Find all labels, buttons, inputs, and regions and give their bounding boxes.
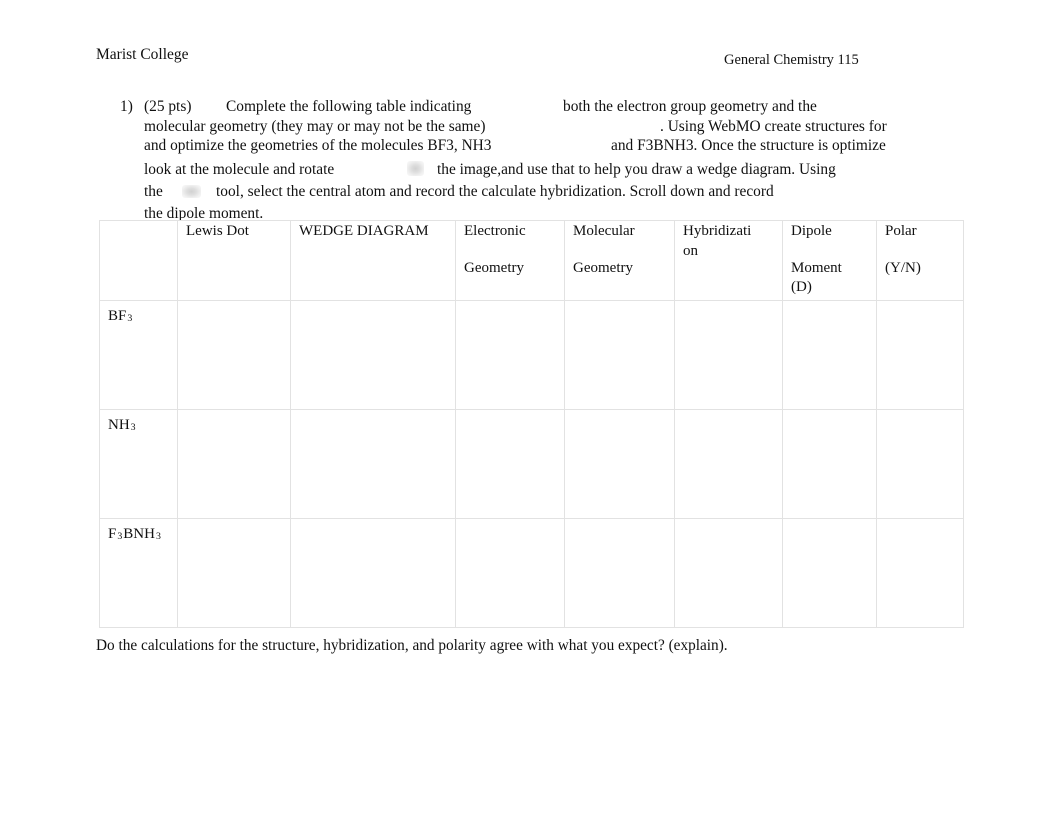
table-header-cell-polar: Polar (Y/N) <box>876 220 964 301</box>
cell-bf3-polar[interactable] <box>876 299 964 410</box>
cell-f3bnh3-wedge-diagram[interactable] <box>290 517 456 628</box>
cell-bf3-lewis-dot[interactable] <box>177 299 291 410</box>
table-row: F3BNH3 <box>99 517 964 628</box>
header-polar-line1: Polar <box>885 223 917 239</box>
cell-nh3-wedge-diagram[interactable] <box>290 408 456 519</box>
cell-nh3-electronic-geometry[interactable] <box>455 408 565 519</box>
document-page: Marist College General Chemistry 115 1) … <box>0 0 1062 822</box>
cell-f3bnh3-molecular-geometry[interactable] <box>564 517 675 628</box>
cell-f3bnh3-hybridization[interactable] <box>674 517 783 628</box>
header-dipole-moment-line2: Moment <box>791 259 842 276</box>
question-line-5: the tool, select the central atom and re… <box>120 177 956 200</box>
row-label-nh3: NH3 <box>99 408 178 519</box>
course-name: General Chemistry 115 <box>724 52 859 68</box>
question-points: (25 pts) <box>144 98 192 115</box>
cell-bf3-wedge-diagram[interactable] <box>290 299 456 410</box>
question-line3-part-a: and optimize the geometries of the molec… <box>144 137 492 154</box>
formula-symbol: BF <box>108 307 127 324</box>
question-line2-part-b: . Using WebMO create structures for <box>660 117 887 135</box>
question-line-4: look at the molecule and rotate the imag… <box>120 156 956 178</box>
cell-bf3-electronic-geometry[interactable] <box>455 299 565 410</box>
header-hybridization-line1: Hybridizati <box>683 223 752 239</box>
table-header-cell-electronic-geometry: Electronic Geometry <box>455 220 565 301</box>
table-header-cell-wedge-diagram: WEDGE DIAGRAM <box>290 220 456 301</box>
question-line-6: the dipole moment. <box>120 198 956 222</box>
table-row: NH3 <box>99 408 964 519</box>
cell-f3bnh3-dipole-moment[interactable] <box>782 517 877 628</box>
document-header: Marist College General Chemistry 115 <box>96 45 966 68</box>
rotate-image-placeholder-icon <box>407 160 424 176</box>
formula-symbol: NH <box>108 416 130 433</box>
header-electronic-geometry-line1: Electronic <box>464 223 526 239</box>
question-line2-part-a: molecular geometry (they may or may not … <box>144 117 486 135</box>
header-hybridization-line2: on <box>683 242 698 259</box>
cell-f3bnh3-electronic-geometry[interactable] <box>455 517 565 628</box>
table-header-cell-blank <box>99 220 178 301</box>
cell-f3bnh3-lewis-dot[interactable] <box>177 517 291 628</box>
header-dipole-moment-line3: (D) <box>791 279 812 295</box>
formula-symbol: BNH <box>123 525 155 542</box>
cell-nh3-polar[interactable] <box>876 408 964 519</box>
geometry-table: Lewis Dot WEDGE DIAGRAM Electronic Geome… <box>99 220 964 628</box>
table-header-cell-hybridization: Hybridizati on <box>674 220 783 301</box>
row-label-bf3: BF3 <box>99 299 178 410</box>
header-wedge-diagram-line1: WEDGE DIAGRAM <box>299 223 429 239</box>
tool-image-placeholder-icon <box>182 184 201 198</box>
formula-subscript: 3 <box>130 421 136 433</box>
cell-nh3-dipole-moment[interactable] <box>782 408 877 519</box>
question-block: 1) (25 pts) Complete the following table… <box>120 97 956 222</box>
table-body: BF3 NH3 F3BNH3 <box>99 299 964 628</box>
question-line1-part-b: both the electron group geometry and the <box>563 98 817 115</box>
question-line-2: molecular geometry (they may or may not … <box>120 117 956 137</box>
cell-nh3-hybridization[interactable] <box>674 408 783 519</box>
row-label-f3bnh3: F3BNH3 <box>99 517 178 628</box>
cell-bf3-molecular-geometry[interactable] <box>564 299 675 410</box>
header-molecular-geometry-line1: Molecular <box>573 223 635 239</box>
cell-nh3-lewis-dot[interactable] <box>177 408 291 519</box>
closing-prompt: Do the calculations for the structure, h… <box>96 637 728 654</box>
header-lewis-dot-line1: Lewis Dot <box>186 223 249 239</box>
header-polar-line2: (Y/N) <box>885 259 921 276</box>
table-header-cell-dipole-moment: Dipole Moment (D) <box>782 220 877 301</box>
question-line1-part-a: Complete the following table indicating <box>226 98 472 115</box>
cell-bf3-hybridization[interactable] <box>674 299 783 410</box>
table-row: BF3 <box>99 299 964 410</box>
question-line-3: and optimize the geometries of the molec… <box>120 136 956 156</box>
cell-bf3-dipole-moment[interactable] <box>782 299 877 410</box>
header-dipole-moment-line1: Dipole <box>791 223 832 239</box>
question-line3-part-b: and F3BNH3. Once the structure is optimi… <box>611 137 886 154</box>
formula-subscript: 3 <box>127 312 133 324</box>
cell-f3bnh3-polar[interactable] <box>876 517 964 628</box>
table-header-cell-lewis-dot: Lewis Dot <box>177 220 291 301</box>
formula-subscript: 3 <box>117 530 123 542</box>
table-header-cell-molecular-geometry: Molecular Geometry <box>564 220 675 301</box>
header-electronic-geometry-line2: Geometry <box>464 259 524 276</box>
question-line-1: 1) (25 pts) Complete the following table… <box>120 97 956 117</box>
table-header-row: Lewis Dot WEDGE DIAGRAM Electronic Geome… <box>99 220 964 301</box>
question-number: 1) <box>120 98 133 115</box>
cell-nh3-molecular-geometry[interactable] <box>564 408 675 519</box>
formula-subscript: 3 <box>155 530 161 542</box>
header-molecular-geometry-line2: Geometry <box>573 259 633 276</box>
institution-name: Marist College <box>96 46 189 63</box>
